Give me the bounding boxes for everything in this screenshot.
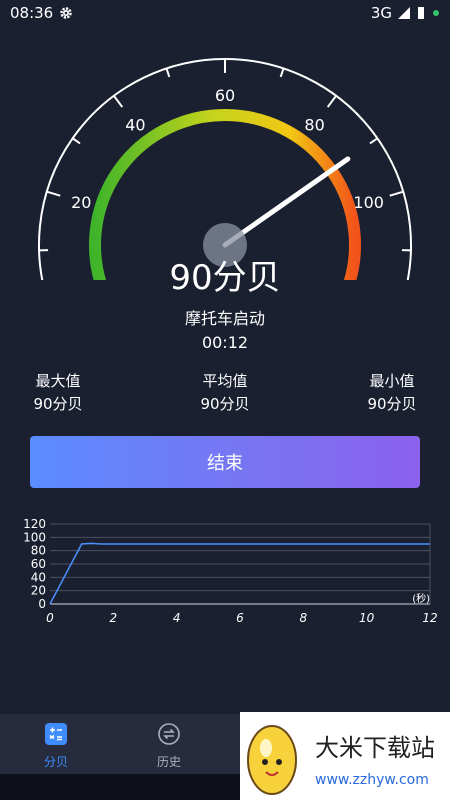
gauge-tick-label: 100 xyxy=(353,193,384,212)
decibel-gauge: 020406080100120 xyxy=(38,58,412,280)
decibel-history-chart: 020406080100120 0 2 4 6 8 10 12 (秒) xyxy=(23,517,438,625)
stats-row: 最大值 90分贝 平均值 90分贝 最小值 90分贝 xyxy=(0,370,450,418)
stat-avg-value: 90分贝 xyxy=(200,395,250,413)
gauge-needle xyxy=(222,156,351,248)
gear-icon xyxy=(60,7,72,19)
calculator-icon xyxy=(45,723,67,745)
tab-history-label: 历史 xyxy=(156,755,181,769)
chart-y-tick-label: 60 xyxy=(31,557,46,571)
chart-x-tick-label: 0 xyxy=(46,611,54,625)
gauge-tick xyxy=(369,137,378,145)
notification-dot-icon xyxy=(433,10,439,16)
gauge-tick xyxy=(389,190,404,197)
chart-y-tick-label: 80 xyxy=(31,544,46,558)
tab-decibel-label: 分贝 xyxy=(43,755,68,769)
chart-y-tick-label: 100 xyxy=(23,530,46,544)
watermark-name: 大米下载站 xyxy=(315,734,435,762)
chart-x-tick-label: 2 xyxy=(110,611,118,625)
stat-avg-label: 平均值 xyxy=(202,372,248,390)
elapsed-timer: 00:12 xyxy=(201,333,249,352)
stat-min: 最小值 90分贝 xyxy=(352,370,432,416)
chart-x-tick-label: 12 xyxy=(422,611,437,625)
gauge-tick xyxy=(46,190,61,197)
chart-x-tick-label: 4 xyxy=(173,611,181,625)
stat-min-label: 最小值 xyxy=(369,372,415,390)
gauge-tick xyxy=(113,95,124,108)
gauge-tick xyxy=(165,68,171,78)
scene-label: 摩托车启动 xyxy=(184,309,265,328)
chart-x-tick-label: 8 xyxy=(300,611,308,625)
network-type: 3G xyxy=(370,4,392,22)
gauge-tick-label: 80 xyxy=(304,116,324,135)
chart-y-tick-label: 20 xyxy=(31,584,46,598)
stat-avg: 平均值 90分贝 xyxy=(185,370,265,416)
watermark-url: www.zzhyw.com xyxy=(315,772,429,788)
gauge-tick-label: 60 xyxy=(215,86,235,105)
gauge-tick xyxy=(279,68,285,78)
stat-max-value: 90分贝 xyxy=(33,395,83,413)
chart-unit-label: (秒) xyxy=(412,592,430,605)
end-button[interactable]: 结束 xyxy=(30,436,420,488)
tab-history[interactable]: 历史 xyxy=(129,722,209,770)
stat-max-label: 最大值 xyxy=(35,372,81,390)
history-icon xyxy=(158,723,180,745)
chart-x-tick-label: 10 xyxy=(359,611,375,625)
clock: 08:36 xyxy=(10,4,54,22)
chart-y-tick-label: 40 xyxy=(31,570,46,584)
chart-y-tick-label: 0 xyxy=(38,597,46,611)
status-bar: 08:36 3G xyxy=(0,0,450,26)
gauge-tick xyxy=(326,95,337,108)
chart-x-tick-label: 6 xyxy=(236,611,244,625)
tab-decibel[interactable]: 分贝 xyxy=(16,722,96,770)
gauge-tick-label: 20 xyxy=(71,193,91,212)
chart-y-tick-label: 120 xyxy=(23,517,46,531)
decibel-reading: 90分贝 xyxy=(169,258,281,298)
battery-icon xyxy=(418,7,424,19)
gauge-tick-label: 40 xyxy=(125,116,145,135)
gauge-tick xyxy=(72,137,81,145)
chart-series-line xyxy=(49,542,430,605)
signal-icon xyxy=(398,7,410,19)
stat-max: 最大值 90分贝 xyxy=(18,370,98,416)
stat-min-value: 90分贝 xyxy=(367,395,417,413)
site-watermark: 大米下载站 www.zzhyw.com xyxy=(240,712,450,800)
